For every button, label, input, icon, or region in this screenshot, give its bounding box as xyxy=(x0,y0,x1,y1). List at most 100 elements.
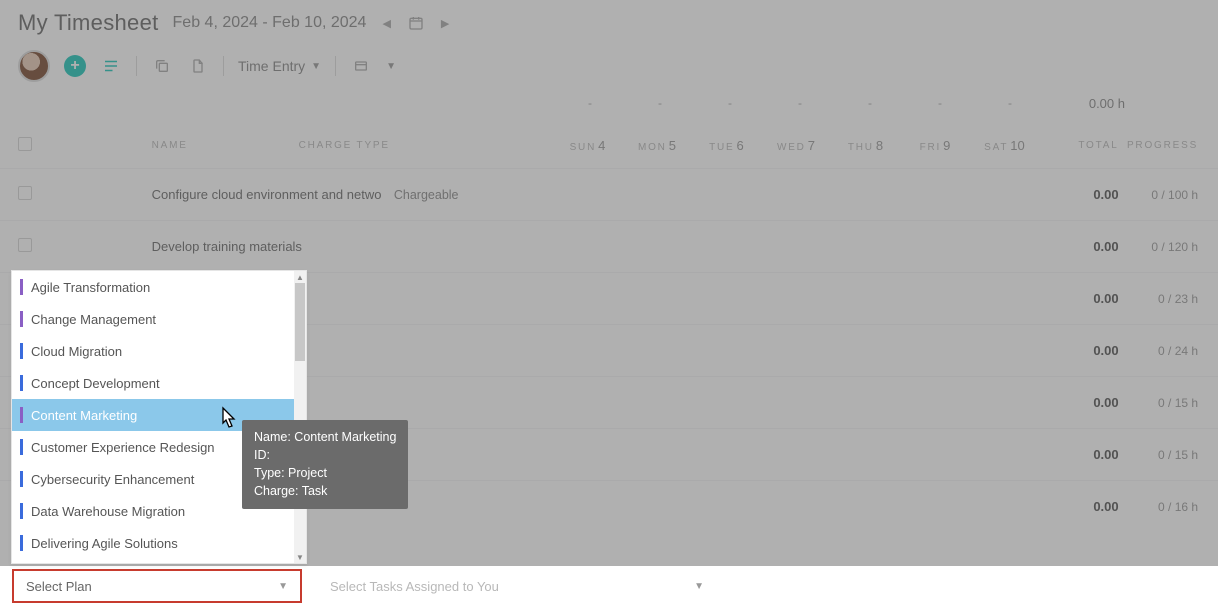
col-total[interactable]: TOTAL xyxy=(1039,140,1118,151)
day-total-fri: - xyxy=(905,96,975,111)
row-total: 0.00 xyxy=(1039,447,1118,462)
dropdown-item[interactable]: Concept Development xyxy=(12,367,294,399)
select-tasks-dropdown[interactable]: Select Tasks Assigned to You ▼ xyxy=(322,579,712,594)
col-name[interactable]: NAME xyxy=(50,140,299,151)
row-progress: 0 / 100 h xyxy=(1119,188,1218,202)
dropdown-item-label: Cybersecurity Enhancement xyxy=(31,472,194,487)
day-total-tue: - xyxy=(695,96,765,111)
col-progress[interactable]: PROGRESS xyxy=(1119,140,1218,151)
day-total-thu: - xyxy=(835,96,905,111)
color-bar-icon xyxy=(20,535,23,551)
row-name: Configure cloud environment and netwo xyxy=(50,187,394,202)
chevron-down-icon: ▼ xyxy=(278,581,288,592)
dropdown-item-label: Change Management xyxy=(31,312,156,327)
row-total: 0.00 xyxy=(1039,395,1118,410)
dropdown-item-label: Content Marketing xyxy=(31,408,137,423)
next-period-button[interactable]: ▶ xyxy=(439,17,451,30)
chevron-down-icon[interactable]: ▼ xyxy=(386,61,396,72)
row-checkbox[interactable] xyxy=(18,238,32,252)
col-day-sat: SAT10 xyxy=(970,138,1040,153)
color-bar-icon xyxy=(20,279,23,295)
col-charge-type[interactable]: CHARGE TYPE xyxy=(299,140,553,151)
select-all-checkbox[interactable] xyxy=(18,137,32,151)
toolbar: + Time Entry ▼ ▼ xyxy=(0,42,1218,96)
dropdown-item-label: Agile Transformation xyxy=(31,280,150,295)
col-day-tue: TUE6 xyxy=(692,138,762,153)
add-button[interactable]: + xyxy=(64,55,86,77)
color-bar-icon xyxy=(20,311,23,327)
row-charge-type: Chargeable xyxy=(394,188,553,202)
list-icon[interactable] xyxy=(100,55,122,77)
dropdown-item-label: Customer Experience Redesign xyxy=(31,440,215,455)
col-day-mon: MON5 xyxy=(622,138,692,153)
color-bar-icon xyxy=(20,343,23,359)
dropdown-item-label: Delivering Agile Solutions xyxy=(31,536,178,551)
row-total: 0.00 xyxy=(1039,239,1118,254)
dropdown-item[interactable]: Delivering Agile Solutions xyxy=(12,527,294,559)
color-bar-icon xyxy=(20,407,23,423)
row-progress: 0 / 24 h xyxy=(1119,344,1218,358)
scroll-thumb[interactable] xyxy=(295,283,305,361)
page-header: My Timesheet Feb 4, 2024 - Feb 10, 2024 … xyxy=(0,0,1218,42)
dropdown-scrollbar[interactable]: ▲ ▼ xyxy=(294,271,306,563)
row-name: Develop training materials xyxy=(50,239,394,254)
row-progress: 0 / 16 h xyxy=(1119,500,1218,514)
mode-label-text: Time Entry xyxy=(238,58,305,74)
dropdown-item-label: Data Warehouse Migration xyxy=(31,504,185,519)
row-progress: 0 / 15 h xyxy=(1119,448,1218,462)
pointer-cursor-icon xyxy=(214,405,242,435)
scroll-down-icon[interactable]: ▼ xyxy=(294,551,306,563)
dropdown-item-label: Concept Development xyxy=(31,376,160,391)
dropdown-item[interactable]: Agile Transformation xyxy=(12,271,294,303)
row-total: 0.00 xyxy=(1039,343,1118,358)
date-range: Feb 4, 2024 - Feb 10, 2024 xyxy=(173,14,367,32)
prev-period-button[interactable]: ◀ xyxy=(380,17,392,30)
grand-total: 0.00 h xyxy=(1045,96,1125,111)
color-bar-icon xyxy=(20,439,23,455)
row-checkbox[interactable] xyxy=(18,186,32,200)
col-day-sun: SUN4 xyxy=(553,138,623,153)
day-total-wed: - xyxy=(765,96,835,111)
col-day-wed: WED7 xyxy=(761,138,831,153)
toolbar-divider xyxy=(223,56,224,76)
chevron-down-icon: ▼ xyxy=(694,581,704,592)
dropdown-item[interactable]: Change Management xyxy=(12,303,294,335)
toolbar-divider xyxy=(136,56,137,76)
col-day-thu: THU8 xyxy=(831,138,901,153)
row-progress: 0 / 120 h xyxy=(1119,240,1218,254)
select-tasks-label: Select Tasks Assigned to You xyxy=(330,579,499,594)
item-tooltip: Name: Content Marketing ID: Type: Projec… xyxy=(242,420,408,509)
totals-row: - - - - - - - 0.00 h xyxy=(0,96,1218,111)
row-progress: 0 / 15 h xyxy=(1119,396,1218,410)
plan-dropdown-popup: Agile Transformation Change Management Clo… xyxy=(11,270,307,564)
select-plan-label: Select Plan xyxy=(26,579,92,594)
toolbar-divider xyxy=(335,56,336,76)
calendar-icon[interactable] xyxy=(407,14,425,32)
table-row[interactable]: Configure cloud environment and netwoCha… xyxy=(0,168,1218,220)
row-total: 0.00 xyxy=(1039,187,1118,202)
grid-icon[interactable] xyxy=(350,55,372,77)
column-header: NAME CHARGE TYPE SUN4 MON5 TUE6 WED7 THU… xyxy=(0,111,1218,168)
avatar[interactable] xyxy=(18,50,50,82)
scroll-up-icon[interactable]: ▲ xyxy=(294,271,306,283)
document-icon[interactable] xyxy=(187,55,209,77)
color-bar-icon xyxy=(20,375,23,391)
row-total: 0.00 xyxy=(1039,291,1118,306)
color-bar-icon xyxy=(20,471,23,487)
select-plan-dropdown[interactable]: Select Plan ▼ xyxy=(12,569,302,603)
chevron-down-icon: ▼ xyxy=(311,61,321,72)
mode-selector[interactable]: Time Entry ▼ xyxy=(238,58,321,74)
day-total-mon: - xyxy=(625,96,695,111)
row-total: 0.00 xyxy=(1039,499,1118,514)
col-day-fri: FRI9 xyxy=(900,138,970,153)
table-row[interactable]: Develop training materials 0.000 / 120 h xyxy=(0,220,1218,272)
row-progress: 0 / 23 h xyxy=(1119,292,1218,306)
dropdown-item-label: Cloud Migration xyxy=(31,344,122,359)
day-total-sat: - xyxy=(975,96,1045,111)
copy-icon[interactable] xyxy=(151,55,173,77)
page-title: My Timesheet xyxy=(18,10,159,36)
dropdown-item[interactable]: Cloud Migration xyxy=(12,335,294,367)
bottom-bar: Select Plan ▼ Select Tasks Assigned to Y… xyxy=(0,566,1218,606)
color-bar-icon xyxy=(20,503,23,519)
day-total-sun: - xyxy=(555,96,625,111)
